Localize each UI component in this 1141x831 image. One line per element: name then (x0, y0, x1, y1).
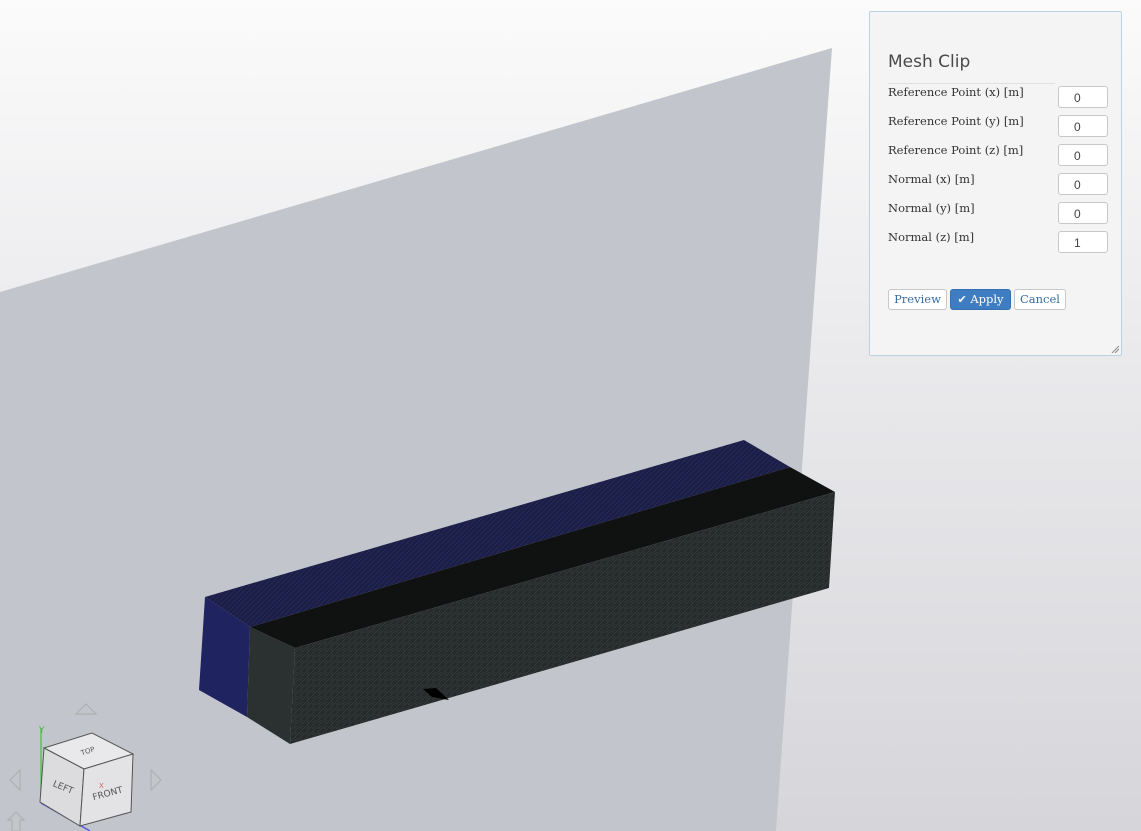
cancel-button-label: Cancel (1020, 292, 1060, 306)
normal-y-input[interactable] (1058, 202, 1108, 224)
ref-point-x-input[interactable] (1058, 86, 1108, 108)
field-label: Reference Point (y) [m] (888, 114, 1024, 128)
apply-button-label: Apply (970, 292, 1004, 306)
normal-x-input[interactable] (1058, 173, 1108, 195)
title-divider (888, 83, 1055, 84)
field-row-ref-x: Reference Point (x) [m] (888, 85, 1108, 109)
field-row-normal-y: Normal (y) [m] (888, 201, 1108, 225)
preview-button-label: Preview (894, 292, 941, 306)
panel-title: Mesh Clip (888, 52, 971, 72)
apply-button[interactable]: ✔ Apply (950, 289, 1011, 310)
ref-point-y-input[interactable] (1058, 115, 1108, 137)
rotate-right-arrow-icon[interactable] (150, 768, 162, 792)
field-row-normal-z: Normal (z) [m] (888, 230, 1108, 254)
home-up-arrow-icon[interactable] (6, 811, 26, 831)
field-label: Normal (x) [m] (888, 172, 975, 186)
resize-grip-icon[interactable] (1110, 344, 1119, 353)
normal-z-input[interactable] (1058, 231, 1108, 253)
field-row-ref-y: Reference Point (y) [m] (888, 114, 1108, 138)
cancel-button[interactable]: Cancel (1014, 289, 1066, 310)
field-label: Reference Point (z) [m] (888, 143, 1024, 157)
view-cube[interactable]: TOP LEFT FRONT Y X (0, 700, 170, 831)
field-label: Normal (z) [m] (888, 230, 975, 244)
mesh-clip-panel: Mesh Clip Reference Point (x) [m] Refere… (869, 11, 1122, 356)
rotate-left-arrow-icon[interactable] (9, 768, 21, 792)
field-label: Reference Point (x) [m] (888, 85, 1024, 99)
ref-point-z-input[interactable] (1058, 144, 1108, 166)
preview-button[interactable]: Preview (888, 289, 947, 310)
rotate-up-arrow-icon[interactable] (74, 703, 98, 715)
axis-x-label: X (99, 782, 104, 790)
field-row-ref-z: Reference Point (z) [m] (888, 143, 1108, 167)
field-row-normal-x: Normal (x) [m] (888, 172, 1108, 196)
field-label: Normal (y) [m] (888, 201, 975, 215)
check-icon: ✔ (957, 293, 967, 306)
axis-y-label: Y (38, 726, 45, 736)
